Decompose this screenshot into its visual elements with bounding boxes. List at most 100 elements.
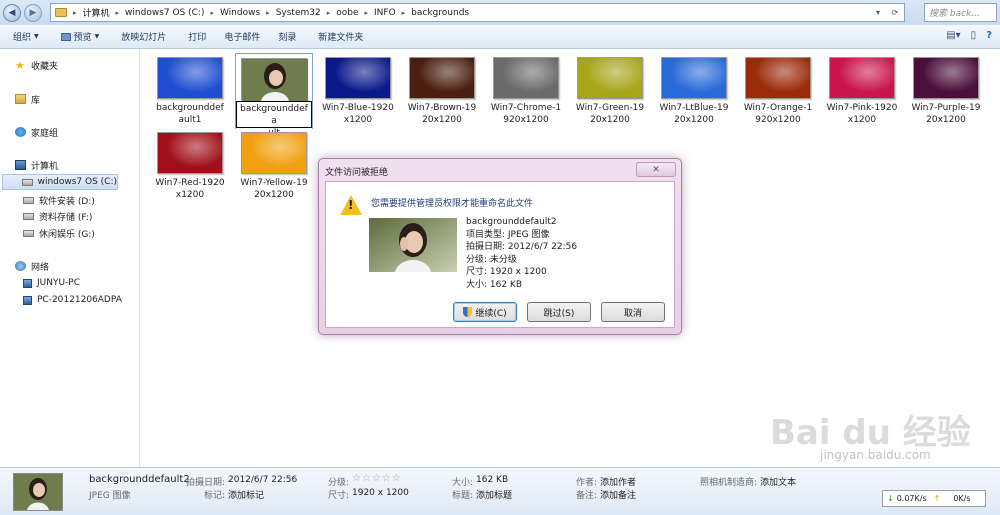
history-dropdown-icon[interactable]: ▾ bbox=[871, 6, 885, 19]
file-item[interactable]: backgrounddefault bbox=[235, 53, 313, 139]
file-item[interactable]: Win7-Yellow-19 20x1200 bbox=[235, 128, 313, 204]
nav-network[interactable]: 网络 bbox=[15, 258, 49, 274]
forward-button[interactable]: ▶ bbox=[24, 3, 42, 22]
breadcrumb-separator[interactable]: ▸ bbox=[364, 9, 368, 17]
nav-libraries-label: 库 bbox=[31, 95, 41, 106]
rating-stars[interactable]: ☆☆☆☆☆ bbox=[352, 473, 402, 484]
breadcrumb-separator[interactable]: ▸ bbox=[116, 9, 120, 17]
details-title-value[interactable]: 添加标题 bbox=[476, 488, 512, 501]
close-button[interactable]: ✕ bbox=[636, 162, 676, 177]
breadcrumb-drive-c[interactable]: windows7 OS (C:) bbox=[125, 8, 204, 18]
rename-box[interactable] bbox=[236, 101, 312, 128]
nav-drive-c[interactable]: windows7 OS (C:) bbox=[2, 174, 118, 190]
details-comment-label: 备注: bbox=[576, 491, 598, 501]
file-item[interactable]: Win7-Pink-1920 x1200 bbox=[823, 53, 901, 129]
help-icon[interactable]: ? bbox=[986, 30, 992, 41]
info-dimensions: 尺寸: 1920 x 1200 bbox=[466, 267, 547, 277]
details-dims-value: 1920 x 1200 bbox=[352, 488, 409, 498]
details-camera-label: 照相机制造商: bbox=[700, 478, 758, 488]
organize-menu[interactable]: 组织 ▼ bbox=[13, 30, 39, 43]
file-name-label: Win7-Brown-19 bbox=[407, 103, 477, 113]
details-thumbnail bbox=[13, 473, 63, 511]
drive-icon bbox=[23, 229, 34, 237]
nav-computer[interactable]: 计算机 bbox=[15, 157, 58, 173]
nav-pc-2012-label: PC-20121206ADPA bbox=[37, 295, 122, 305]
breadcrumb-windows[interactable]: Windows bbox=[220, 8, 260, 18]
breadcrumb-separator[interactable]: ▸ bbox=[73, 9, 77, 17]
file-name-label: x1200 bbox=[847, 115, 877, 125]
download-speed: 0.07K/s bbox=[896, 494, 927, 503]
cancel-button[interactable]: 取消 bbox=[601, 302, 665, 322]
preview-menu[interactable]: 预览 ▼ bbox=[60, 30, 99, 43]
preview-icon bbox=[60, 32, 71, 41]
file-item[interactable]: Win7-Chrome-1 920x1200 bbox=[487, 53, 565, 129]
file-name-label: Win7-Chrome-1 bbox=[490, 103, 562, 113]
details-file-type: JPEG 图像 bbox=[89, 491, 131, 501]
nav-favorites-label: 收藏夹 bbox=[31, 61, 59, 72]
nav-favorites[interactable]: ★ 收藏夹 bbox=[15, 57, 58, 73]
breadcrumb-separator[interactable]: ▸ bbox=[266, 9, 270, 17]
slideshow-button[interactable]: 放映幻灯片 bbox=[121, 30, 166, 43]
file-item[interactable]: Win7-Brown-19 20x1200 bbox=[403, 53, 481, 129]
file-thumbnail bbox=[409, 57, 475, 99]
file-item[interactable]: backgrounddef ault1 bbox=[151, 53, 229, 129]
file-item[interactable]: Win7-Green-19 20x1200 bbox=[571, 53, 649, 129]
file-name-label: x1200 bbox=[175, 190, 205, 200]
print-button[interactable]: 打印 bbox=[188, 30, 206, 43]
preview-pane-icon[interactable]: ▯ bbox=[971, 30, 977, 41]
file-thumbnail bbox=[661, 57, 727, 99]
file-name-label: 920x1200 bbox=[503, 115, 549, 125]
file-name-label: 20x1200 bbox=[674, 115, 714, 125]
nav-drive-d[interactable]: 软件安装 (D:) bbox=[23, 192, 95, 208]
dialog-title: 文件访问被拒绝 bbox=[325, 168, 389, 178]
continue-button[interactable]: 继续(C) bbox=[453, 302, 517, 322]
nav-drive-g-label: 休闲娱乐 (G:) bbox=[39, 229, 95, 240]
file-item[interactable]: Win7-LtBlue-19 20x1200 bbox=[655, 53, 733, 129]
email-button[interactable]: 电子邮件 bbox=[224, 30, 260, 43]
breadcrumb-system32[interactable]: System32 bbox=[276, 8, 321, 18]
details-title-label: 标题: bbox=[452, 491, 474, 501]
details-size-label: 大小: bbox=[452, 478, 474, 488]
view-options-icon[interactable]: ▤▾ bbox=[946, 30, 960, 41]
file-item[interactable]: Win7-Blue-1920 x1200 bbox=[319, 53, 397, 129]
skip-button[interactable]: 跳过(S) bbox=[527, 302, 591, 322]
address-bar[interactable]: ▸ 计算机 ▸ windows7 OS (C:) ▸ Windows ▸ Sys… bbox=[50, 3, 905, 22]
nav-homegroup[interactable]: 家庭组 bbox=[15, 124, 58, 140]
new-folder-button[interactable]: 新建文件夹 bbox=[318, 30, 363, 43]
file-thumbnail bbox=[325, 57, 391, 99]
nav-drive-d-label: 软件安装 (D:) bbox=[39, 196, 95, 207]
details-author-value[interactable]: 添加作者 bbox=[600, 475, 636, 488]
nav-drive-f[interactable]: 资料存储 (F:) bbox=[23, 208, 92, 224]
nav-pc-2012[interactable]: PC-20121206ADPA bbox=[23, 292, 122, 308]
breadcrumb-separator[interactable]: ▸ bbox=[402, 9, 406, 17]
details-tags-label: 标记: bbox=[204, 491, 226, 501]
file-item[interactable]: Win7-Purple-19 20x1200 bbox=[907, 53, 985, 129]
breadcrumb-computer[interactable]: 计算机 bbox=[83, 6, 110, 19]
nav-libraries[interactable]: 库 bbox=[15, 91, 40, 107]
file-item[interactable]: Win7-Red-1920 x1200 bbox=[151, 128, 229, 204]
breadcrumb-info[interactable]: INFO bbox=[374, 8, 396, 18]
info-rating: 分级: 未分级 bbox=[466, 254, 517, 265]
search-input[interactable]: 搜索 back... bbox=[924, 3, 997, 22]
baidu-watermark-url: jingyan.baidu.com bbox=[820, 448, 931, 462]
refresh-icon[interactable]: ⟳ bbox=[888, 6, 902, 19]
details-comment-value[interactable]: 添加备注 bbox=[600, 488, 636, 501]
file-name-label: Win7-Green-19 bbox=[575, 103, 645, 113]
file-name-label: 20x1200 bbox=[926, 115, 966, 125]
nav-pc-junyu[interactable]: JUNYU-PC bbox=[23, 275, 80, 291]
file-item[interactable]: Win7-Orange-1 920x1200 bbox=[739, 53, 817, 129]
burn-button[interactable]: 刻录 bbox=[278, 30, 296, 43]
details-dims-label: 尺寸: bbox=[328, 491, 350, 501]
nav-drive-g[interactable]: 休闲娱乐 (G:) bbox=[23, 225, 95, 241]
details-size-value: 162 KB bbox=[476, 475, 509, 485]
breadcrumb-separator[interactable]: ▸ bbox=[327, 9, 331, 17]
file-name-label: Win7-LtBlue-19 bbox=[659, 103, 729, 113]
breadcrumb-backgrounds[interactable]: backgrounds bbox=[411, 8, 469, 18]
details-camera-value[interactable]: 添加文本 bbox=[760, 475, 796, 488]
file-thumbnail bbox=[493, 57, 559, 99]
details-tags-value[interactable]: 添加标记 bbox=[228, 488, 264, 501]
back-button[interactable]: ◀ bbox=[3, 3, 21, 22]
breadcrumb-separator[interactable]: ▸ bbox=[210, 9, 214, 17]
info-size: 大小: 162 KB bbox=[466, 279, 523, 290]
breadcrumb-oobe[interactable]: oobe bbox=[336, 8, 358, 18]
